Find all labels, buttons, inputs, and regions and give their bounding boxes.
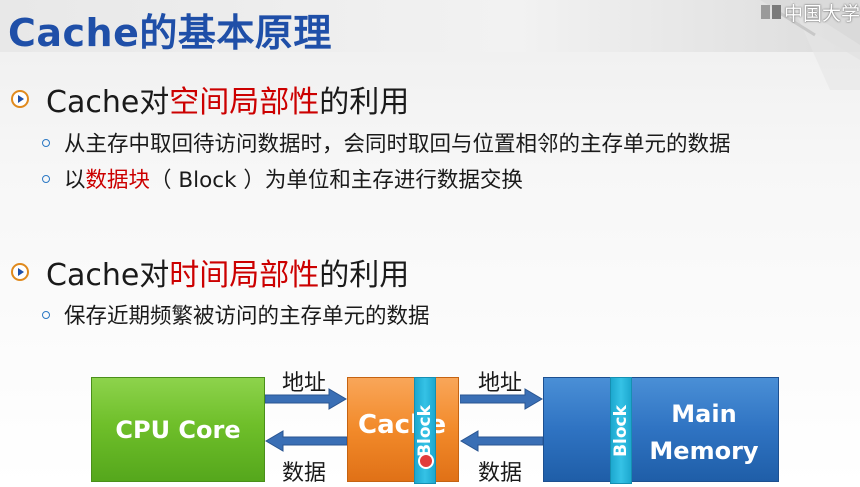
- sub-highlight: 数据块: [85, 168, 151, 193]
- sub-bullet-dot: [42, 138, 50, 147]
- bullet-text: Cache对空间局部性的利用: [46, 77, 409, 121]
- sub-suffix: （ Block ）为单位和主存进行数据交换: [150, 168, 523, 193]
- bullet-suffix: 的利用: [319, 85, 410, 120]
- bullet-highlight: 时间局部性: [169, 258, 320, 293]
- slide-title: Cache的基本原理: [8, 11, 332, 55]
- block-label: Block: [611, 404, 631, 457]
- cpu-core-box: CPU Core: [91, 377, 265, 482]
- main-memory-label: Main Memory: [634, 396, 774, 470]
- play-circle-icon: [11, 263, 29, 281]
- bullet-prefix: Cache对: [46, 258, 170, 293]
- right-arrow-icon: [460, 388, 543, 410]
- memory-block-strip: Block: [610, 377, 632, 484]
- main-memory-line1: Main: [671, 400, 737, 428]
- mouse-cursor-icon: [418, 453, 434, 469]
- data-label-left: 数据: [282, 461, 327, 486]
- sub-bullet-dot: [42, 310, 50, 319]
- play-circle-icon: [11, 90, 29, 108]
- bullet-spatial-locality: Cache对空间局部性的利用: [10, 77, 409, 121]
- sub-bullet-dot: [42, 174, 50, 183]
- book-icon: [760, 5, 781, 19]
- main-memory-line2: Memory: [649, 437, 759, 465]
- left-arrow-icon: [265, 430, 347, 452]
- left-arrow-icon: [460, 430, 543, 452]
- block-label: Block: [415, 404, 435, 457]
- bullet-temporal-locality: Cache对时间局部性的利用: [10, 250, 409, 294]
- bullet-highlight: 空间局部性: [169, 85, 320, 120]
- bullet-prefix: Cache对: [46, 85, 170, 120]
- sub-bullet-text: 以数据块（ Block ）为单位和主存进行数据交换: [64, 163, 523, 194]
- logo-text: 中国大学: [783, 2, 860, 25]
- sub-bullet-text: 保存近期频繁被访问的主存单元的数据: [64, 304, 430, 329]
- sub-bullet: 保存近期频繁被访问的主存单元的数据: [42, 299, 430, 330]
- sub-prefix: 以: [64, 168, 86, 193]
- sub-bullet: 以数据块（ Block ）为单位和主存进行数据交换: [42, 163, 523, 194]
- sub-bullet-text: 从主存中取回待访问数据时，会同时取回与位置相邻的主存单元的数据: [64, 132, 731, 157]
- data-label-right: 数据: [478, 461, 523, 486]
- main-memory-box: Block Main Memory: [543, 377, 779, 484]
- cpu-core-label: CPU Core: [115, 415, 241, 444]
- cache-box: Cache Block: [347, 377, 459, 484]
- sub-bullet: 从主存中取回待访问数据时，会同时取回与位置相邻的主存单元的数据: [42, 127, 731, 158]
- bullet-text: Cache对时间局部性的利用: [46, 250, 409, 294]
- bullet-suffix: 的利用: [319, 258, 410, 293]
- right-arrow-icon: [265, 388, 347, 410]
- brand-logo: 中国大学: [760, 0, 860, 25]
